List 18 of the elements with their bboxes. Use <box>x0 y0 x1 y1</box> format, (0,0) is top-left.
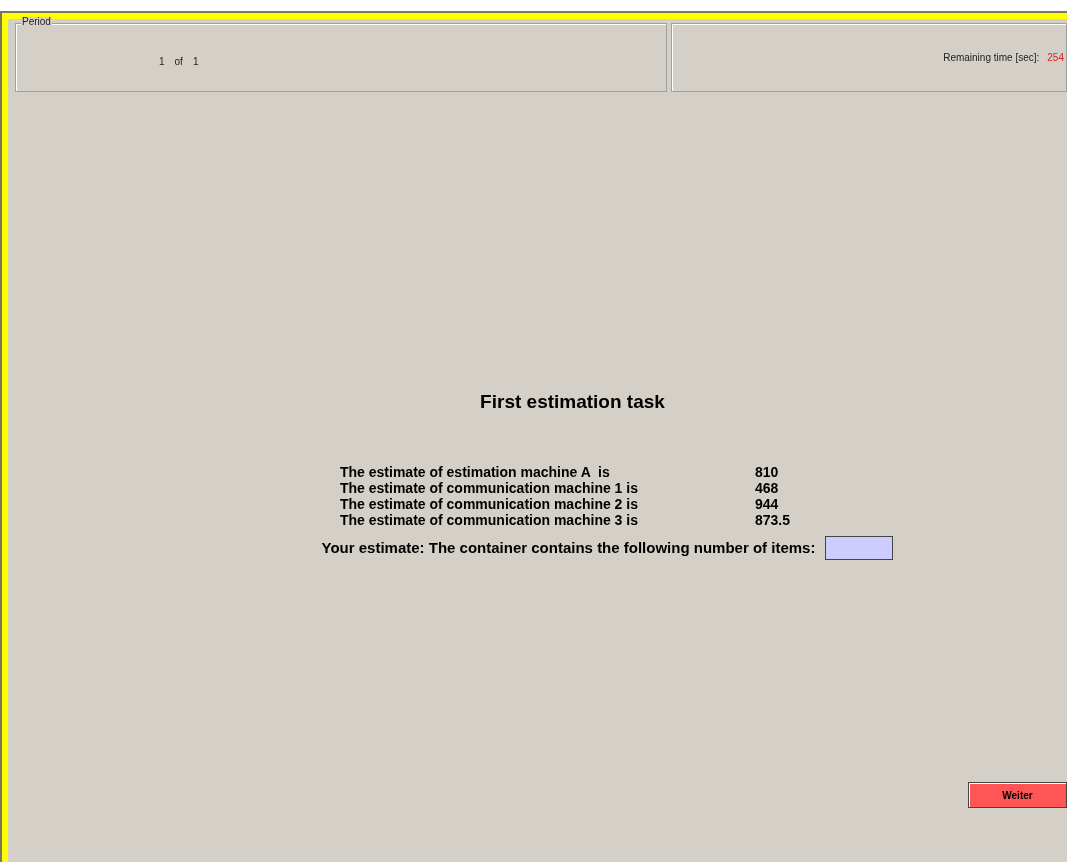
estimate-label: The estimate of communication machine 1 is <box>340 480 639 496</box>
period-total: 1 <box>192 55 199 69</box>
estimate-input-field[interactable] <box>825 536 894 560</box>
estimate-label: The estimate of estimation machine A is <box>340 464 611 480</box>
timer-value: 254 <box>1047 51 1064 65</box>
timer-label: Remaining time [sec]: <box>943 51 1040 65</box>
period-of: of <box>174 55 183 69</box>
task-title: First estimation task <box>480 392 665 411</box>
weiter-button[interactable]: Weiter <box>968 782 1067 808</box>
period-current: 1 <box>159 55 165 69</box>
estimate-label: The estimate of communication machine 2 is <box>340 496 639 512</box>
estimate-prompt: Your estimate: The container contains the following number of items: <box>321 537 816 558</box>
period-legend: Period <box>21 17 52 27</box>
estimate-value: 810 <box>755 464 780 480</box>
estimate-label: The estimate of communication machine 3 is <box>340 512 639 528</box>
estimate-value: 468 <box>755 480 780 496</box>
estimate-value: 873.5 <box>755 512 792 528</box>
estimate-value: 944 <box>755 496 780 512</box>
